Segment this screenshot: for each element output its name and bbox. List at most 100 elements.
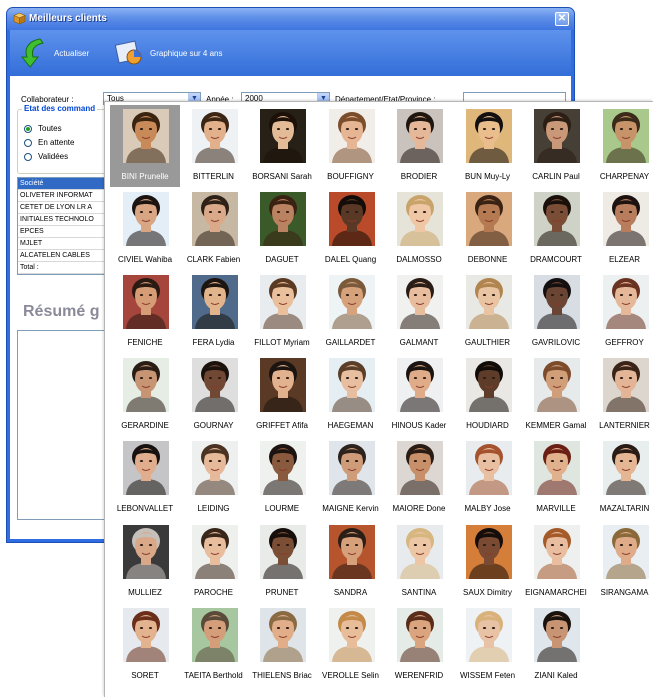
portrait-photo <box>602 275 649 330</box>
person-tile[interactable]: VEROLLE Selin <box>316 604 386 686</box>
table-row[interactable]: CETET DE LYON LR A <box>18 202 116 214</box>
person-tile[interactable]: WISSEM Feten <box>453 604 523 686</box>
person-tile[interactable]: ZIANI Kaled <box>521 604 591 686</box>
portrait-photo <box>397 275 443 330</box>
collaborateur-photo-popup: BINI Prunelle BITTERLIN BORSANI Sarah BOUFF… <box>104 101 653 697</box>
portrait-photo <box>328 358 375 413</box>
person-tile[interactable]: PRUNET <box>247 521 317 603</box>
title-bar[interactable]: Meilleurs clients ✕ <box>7 8 574 30</box>
person-tile[interactable]: SORET <box>110 604 180 686</box>
person-name: MAZALTARIN <box>599 504 650 514</box>
person-tile[interactable]: BINI Prunelle <box>110 105 180 187</box>
person-name: DAGUET <box>265 255 299 265</box>
table-row[interactable]: MJLET <box>18 238 116 250</box>
person-tile[interactable]: GAILLARDET <box>316 271 386 353</box>
person-tile[interactable]: GAVRILOVIC <box>521 271 591 353</box>
radio-validees[interactable]: Validées <box>24 152 68 161</box>
person-tile[interactable]: SANDRA <box>316 521 386 603</box>
person-name: LEIDING <box>197 504 230 514</box>
table-row[interactable]: ALCATELEN CABLES <box>18 250 116 262</box>
person-tile[interactable]: HINOUS Kader <box>384 354 454 436</box>
table-row[interactable]: EPCES <box>18 226 116 238</box>
person-tile[interactable]: BITTERLIN <box>179 105 249 187</box>
table-row[interactable]: INITIALES TECHNOLO <box>18 214 116 226</box>
person-tile[interactable]: CARLIN Paul <box>521 105 591 187</box>
portrait-photo <box>191 275 238 330</box>
portrait-photo <box>191 441 238 496</box>
radio-label: En attente <box>38 138 75 147</box>
portrait-photo <box>534 441 580 496</box>
person-tile[interactable]: BOUFFIGNY <box>316 105 386 187</box>
person-tile[interactable]: CHARPENAY <box>590 105 653 187</box>
person-name: BRODIER <box>400 172 438 181</box>
person-tile[interactable]: CLARK Fabien <box>179 188 249 270</box>
person-tile[interactable]: SAUX Dimitry <box>453 521 523 603</box>
person-tile[interactable]: DAGUET <box>247 188 317 270</box>
portrait-photo <box>534 275 580 330</box>
person-name: SIRANGAMA <box>600 587 649 597</box>
clients-table: Société OLIVETER INFORMAT CETET DE LYON … <box>17 177 117 275</box>
chart-4-years-button[interactable]: Graphique sur 4 ans <box>114 36 223 70</box>
portrait-photo <box>534 358 580 413</box>
person-tile[interactable]: FENICHE <box>110 271 180 353</box>
person-tile[interactable]: LEIDING <box>179 437 249 519</box>
toolbar: Actualiser Graphique sur 4 ans <box>10 30 571 76</box>
person-tile[interactable]: GERARDINE <box>110 354 180 436</box>
radio-en-attente[interactable]: En attente <box>24 138 74 147</box>
person-name: WISSEM Feten <box>459 670 516 680</box>
person-tile[interactable]: MAIGNE Kervin <box>316 437 386 519</box>
person-tile[interactable]: DALMOSSO <box>384 188 454 270</box>
person-name: DALMOSSO <box>396 255 442 265</box>
table-header[interactable]: Société <box>18 178 116 190</box>
portrait-photo <box>397 192 443 247</box>
portrait-photo <box>191 607 238 662</box>
person-tile[interactable]: MAIORE Done <box>384 437 454 519</box>
person-tile[interactable]: KEMMER Gamal <box>521 354 591 436</box>
person-tile[interactable]: HOUDIARD <box>453 354 523 436</box>
portrait-photo <box>397 524 443 579</box>
portrait-photo <box>260 109 306 163</box>
close-button[interactable]: ✕ <box>555 12 569 26</box>
portrait-photo <box>602 109 649 163</box>
person-tile[interactable]: GALMANT <box>384 271 454 353</box>
person-tile[interactable]: WERENFRID <box>384 604 454 686</box>
person-tile[interactable]: MALBY Jose <box>453 437 523 519</box>
person-tile[interactable]: ELZEAR <box>590 188 653 270</box>
person-tile[interactable]: DALEL Quang <box>316 188 386 270</box>
portrait-photo <box>465 192 512 247</box>
person-tile[interactable]: SANTINA <box>384 521 454 603</box>
portrait-photo <box>397 441 443 496</box>
person-tile[interactable]: GEFFROY <box>590 271 653 353</box>
window-title: Meilleurs clients <box>29 13 107 24</box>
refresh-button[interactable]: Actualiser <box>18 36 89 70</box>
person-tile[interactable]: MARVILLE <box>521 437 591 519</box>
person-tile[interactable]: LEBONVALLET <box>110 437 180 519</box>
portrait-photo <box>397 358 443 413</box>
person-tile[interactable]: TAEITA Berthold <box>179 604 249 686</box>
person-tile[interactable]: LANTERNIER <box>590 354 653 436</box>
radio-toutes[interactable]: Toutes <box>24 124 62 133</box>
person-tile[interactable]: PAROCHE <box>179 521 249 603</box>
person-tile[interactable]: LOURME <box>247 437 317 519</box>
person-tile[interactable]: BORSANI Sarah <box>247 105 317 187</box>
person-name: CIVIEL Wahiba <box>117 255 173 265</box>
person-tile[interactable]: DRAMCOURT <box>521 188 591 270</box>
collaborateur-label: Collaborateur : <box>21 95 74 104</box>
person-tile[interactable]: CIVIEL Wahiba <box>110 188 180 270</box>
person-tile[interactable]: BRODIER <box>384 105 454 187</box>
person-name: TAEITA Berthold <box>184 670 243 680</box>
person-tile[interactable]: MULLIEZ <box>110 521 180 603</box>
person-tile[interactable]: GAULTHIER <box>453 271 523 353</box>
person-tile[interactable]: THIELENS Briac <box>247 604 317 686</box>
person-tile[interactable]: GRIFFET Afifa <box>247 354 317 436</box>
person-tile[interactable]: HAEGEMAN <box>316 354 386 436</box>
person-tile[interactable]: GOURNAY <box>179 354 249 436</box>
person-tile[interactable]: MAZALTARIN <box>590 437 653 519</box>
person-tile[interactable]: FILLOT Myriam <box>247 271 317 353</box>
person-tile[interactable]: SIRANGAMA <box>590 521 653 603</box>
person-tile[interactable]: BUN Muy-Ly <box>453 105 523 187</box>
person-tile[interactable]: EIGNAMARCHEI <box>521 521 591 603</box>
person-tile[interactable]: FERA Lydia <box>179 271 249 353</box>
table-row[interactable]: OLIVETER INFORMAT <box>18 190 116 202</box>
person-tile[interactable]: DEBONNE <box>453 188 523 270</box>
